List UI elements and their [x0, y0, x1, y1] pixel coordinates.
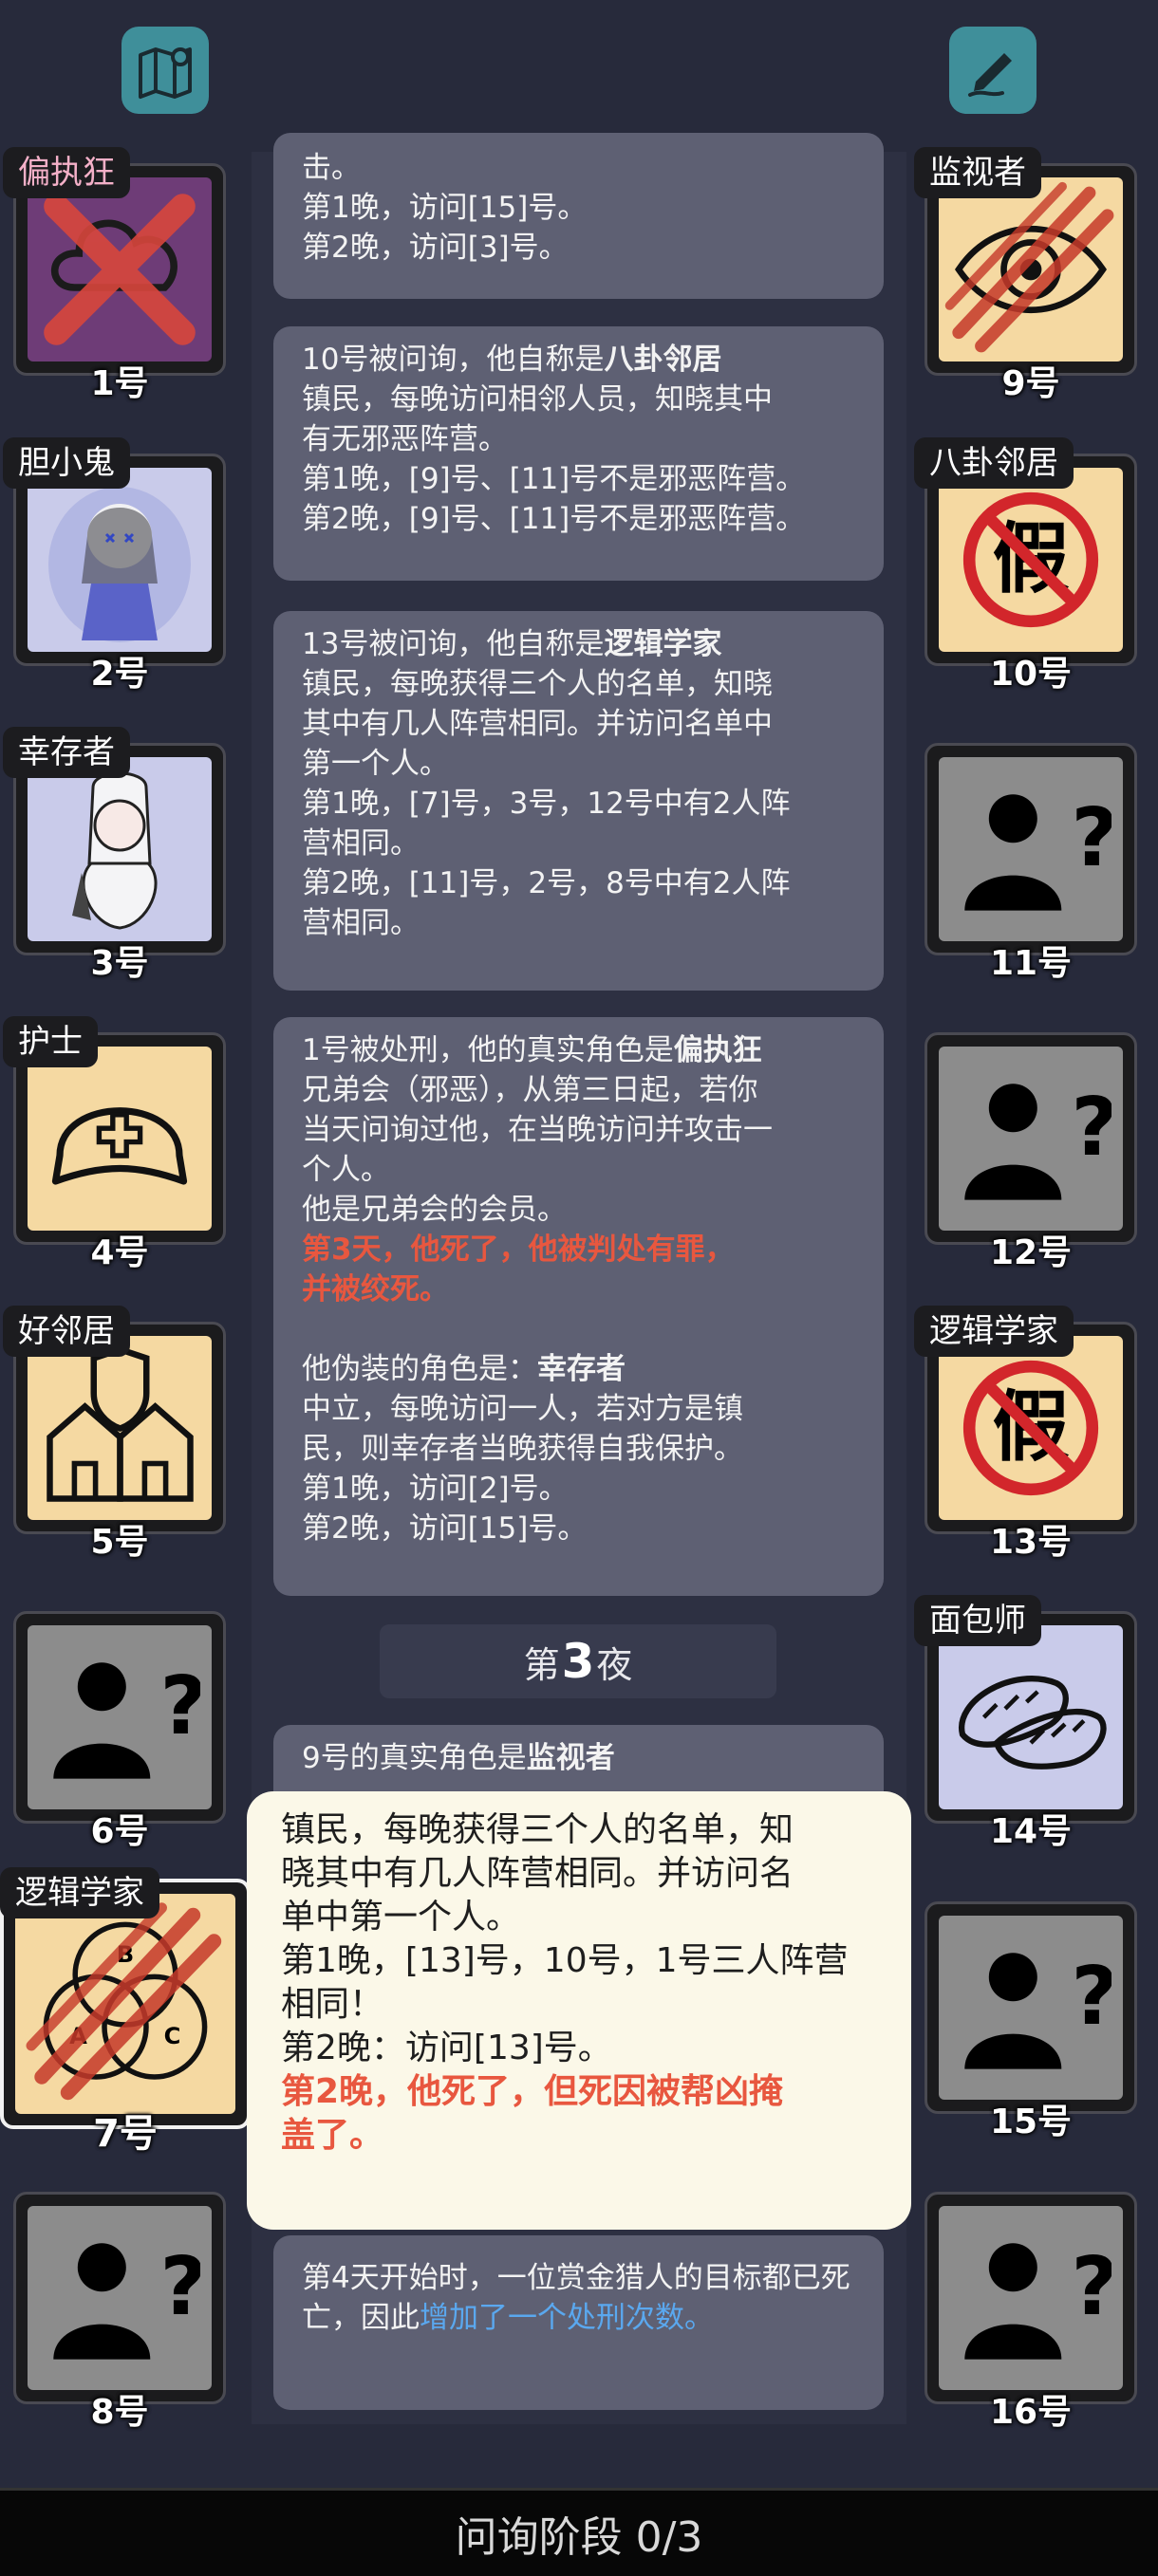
player-card-6[interactable]: 6号 — [13, 1611, 226, 1851]
player-card-10[interactable]: 八卦邻居 10号 — [914, 437, 1137, 694]
bread-icon — [959, 1676, 1107, 1770]
log-message-neighbor-claim: 10号被问询，他自称是八卦邻居 镇民，每晚访问相邻人员，知晓其中 有无邪恶阵营。… — [273, 326, 884, 581]
role-tag: 好邻居 — [3, 1306, 130, 1357]
paranoid-crossed-icon — [44, 194, 196, 345]
player-number: 14号 — [989, 1812, 1073, 1851]
coward-avatar-icon — [48, 487, 191, 642]
role-tag: 八卦邻居 — [914, 437, 1074, 489]
notes-button[interactable] — [949, 27, 1037, 114]
player-number: 1号 — [90, 364, 149, 403]
houses-shield-icon — [46, 1345, 194, 1502]
player-number: 5号 — [90, 1523, 149, 1562]
player-card-7[interactable]: B A C 逻辑学家 7号 — [0, 1867, 251, 2156]
role-tag: 胆小鬼 — [3, 437, 130, 489]
role-tag: 护士 — [3, 1016, 98, 1067]
player-number: 6号 — [90, 1812, 149, 1851]
player-card-12[interactable]: 12号 — [925, 1032, 1137, 1272]
unknown-person-icon — [39, 1637, 200, 1798]
player-card-9[interactable]: 监视者 9号 — [914, 147, 1137, 403]
log-message-execution: 1号被处刑，他的真实角色是偏执狂 兄弟会（邪恶），从第三日起，若你 当天问询过他… — [273, 1017, 884, 1596]
player-number: 10号 — [989, 655, 1073, 694]
player-number: 12号 — [989, 1233, 1073, 1272]
log-message-0: 击。 第1晚，访问[15]号。 第2晚，访问[3]号。 — [273, 133, 884, 299]
log-message-bounty: 第4天开始时，一位赏金猎人的目标都已死亡，因此增加了一个处刑次数。 — [273, 2235, 884, 2410]
svg-text:C: C — [164, 2023, 181, 2049]
pen-note-icon — [968, 53, 1012, 97]
nurse-cap-icon — [51, 1107, 188, 1185]
extra-execution-link[interactable]: 增加了一个处刑次数。 — [420, 2301, 714, 2335]
survivor-avatar-icon — [72, 771, 158, 930]
player-number: 9号 — [1001, 364, 1060, 403]
map-button[interactable] — [121, 27, 209, 114]
phase-label: 问询阶段 0/3 — [455, 2513, 703, 2562]
player-number: 4号 — [90, 1233, 149, 1272]
unknown-person-icon — [950, 2217, 1111, 2379]
eye-icon — [941, 179, 1121, 360]
player-number: 7号 — [93, 2112, 158, 2156]
player-card-13[interactable]: 逻辑学家 13号 — [914, 1306, 1137, 1562]
log-message-logician-claim: 13号被问询，他自称是逻辑学家 镇民，每晚获得三个人的名单，知晓 其中有几人阵营… — [273, 611, 884, 991]
player-card-5[interactable]: 好邻居 5号 — [3, 1306, 226, 1562]
fake-stamp-icon — [945, 474, 1116, 645]
player-number: 3号 — [90, 944, 149, 983]
player-card-4[interactable]: 护士 4号 — [3, 1016, 226, 1272]
player-card-14[interactable]: 面包师 14号 — [914, 1595, 1137, 1851]
player-number: 13号 — [989, 1523, 1073, 1562]
player-number: 11号 — [989, 944, 1073, 983]
unknown-person-icon — [950, 769, 1111, 930]
player-number: 2号 — [90, 655, 149, 694]
venn-diagram-icon: B A C — [21, 1900, 230, 2108]
player-card-3[interactable]: 幸存者 3号 — [3, 727, 226, 983]
role-tag: 偏执狂 — [3, 147, 130, 198]
player-card-15[interactable]: 15号 — [925, 1901, 1137, 2141]
player-card-16[interactable]: 16号 — [925, 2192, 1137, 2432]
unknown-person-icon — [950, 1927, 1111, 2088]
unknown-person-icon — [950, 1058, 1111, 1219]
player-number: 16号 — [989, 2393, 1073, 2432]
unknown-person-icon — [39, 2217, 200, 2379]
phase-bar[interactable]: 问询阶段 0/3 — [0, 2488, 1158, 2576]
role-tag: 监视者 — [914, 147, 1041, 198]
role-tag: 逻辑学家 — [0, 1867, 159, 1918]
night-divider: 第3夜 — [380, 1624, 776, 1698]
map-icon — [139, 47, 192, 99]
role-tag: 面包师 — [914, 1595, 1041, 1646]
fake-stamp-icon — [945, 1343, 1116, 1513]
player-card-8[interactable]: 8号 — [13, 2192, 226, 2432]
player-card-1[interactable]: 偏执狂 1号 — [3, 147, 226, 403]
player-card-11[interactable]: 11号 — [925, 743, 1137, 983]
player-number: 8号 — [90, 2393, 149, 2432]
player-card-2[interactable]: 胆小鬼 2号 — [3, 437, 226, 694]
role-tag: 逻辑学家 — [914, 1306, 1074, 1357]
role-tag: 幸存者 — [3, 727, 130, 778]
player-number: 15号 — [989, 2103, 1073, 2141]
role-info-popup[interactable]: 镇民，每晚获得三个人的名单，知 晓其中有几人阵营相同。并访问名 单中第一个人。 … — [247, 1791, 911, 2230]
